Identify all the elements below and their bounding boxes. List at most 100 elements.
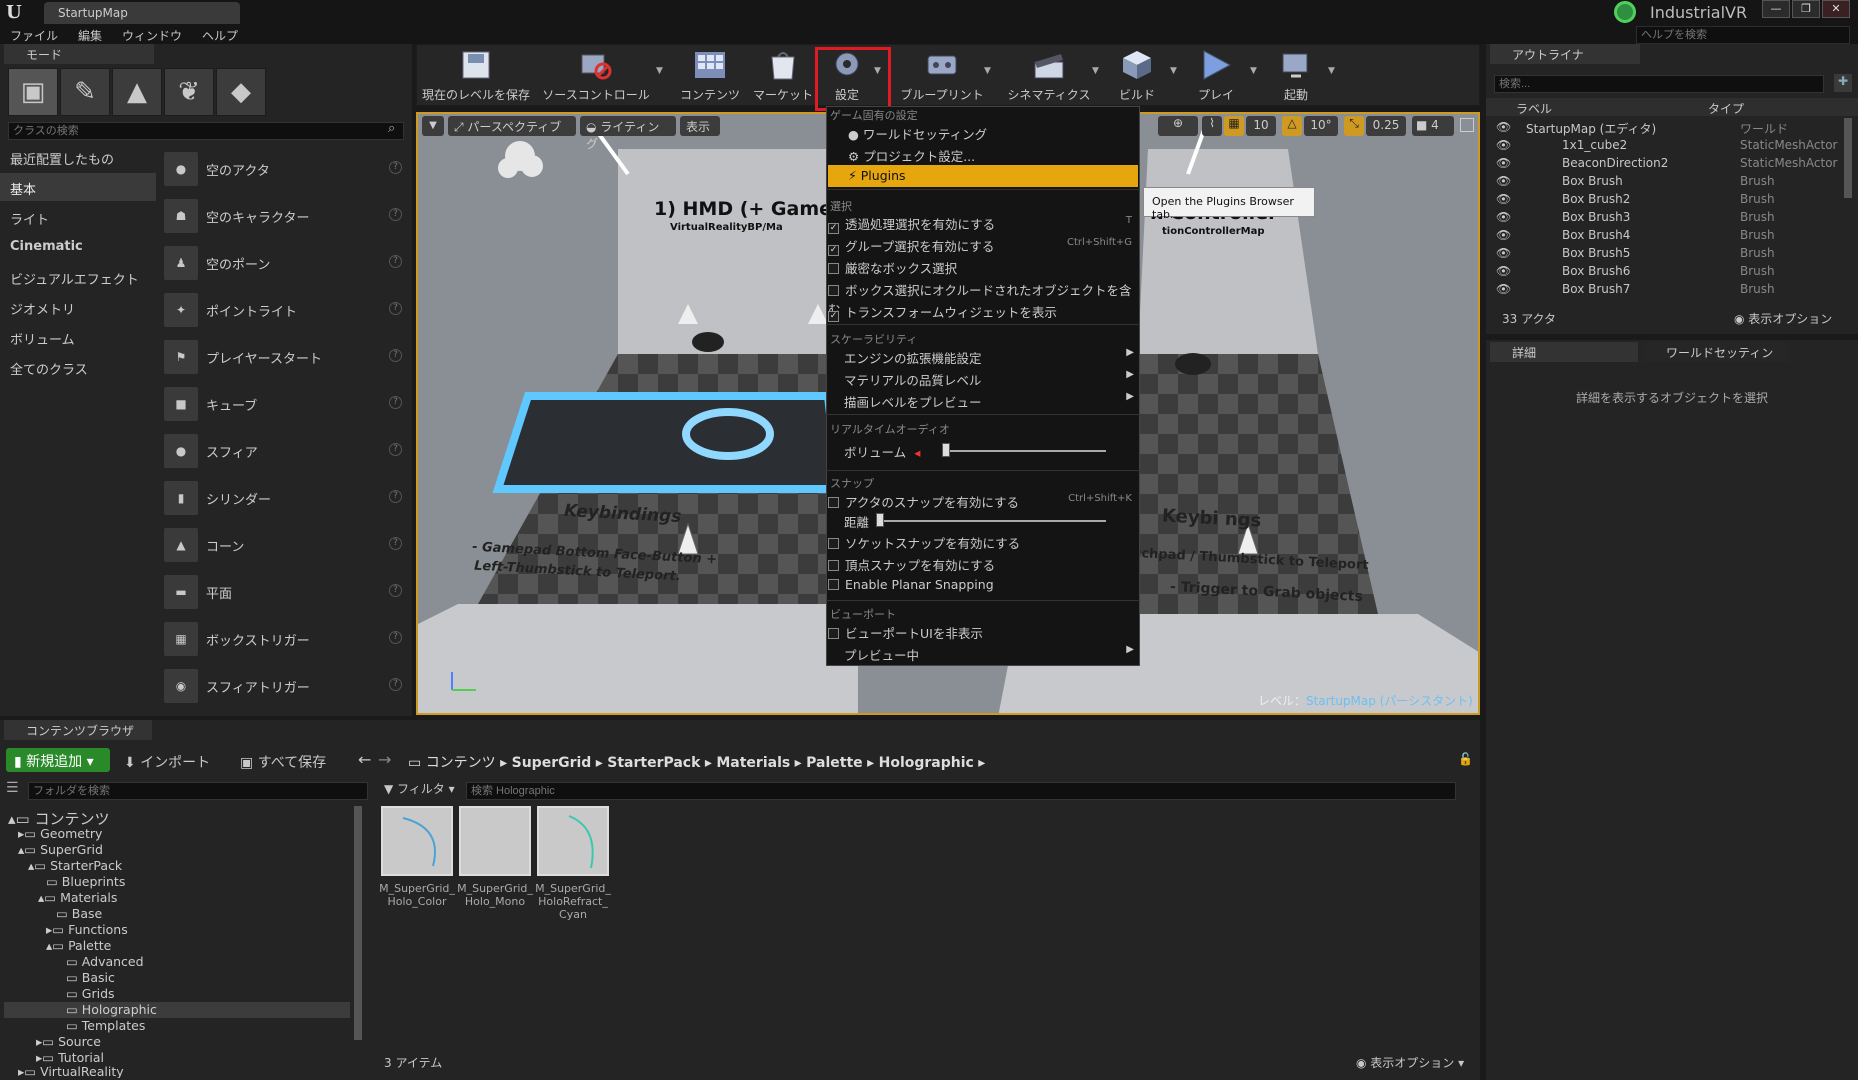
help-icon[interactable]: ? bbox=[389, 208, 402, 221]
tree-item-selected[interactable]: ▭ Holographic bbox=[4, 1002, 350, 1018]
menu-socket-snap[interactable]: ソケットスナップを有効にする bbox=[828, 530, 1138, 552]
tree-item[interactable]: ▸▭ Geometry bbox=[18, 826, 102, 842]
checkbox[interactable] bbox=[828, 285, 839, 296]
blueprints-dropdown[interactable]: ▼ bbox=[984, 66, 991, 76]
maximize-viewport-icon[interactable] bbox=[1460, 118, 1474, 132]
asset-thumbnail-holo-color[interactable] bbox=[381, 806, 453, 876]
outliner-row[interactable]: 👁 Box Brush5 Brush bbox=[1486, 246, 1844, 264]
help-search-input[interactable] bbox=[1636, 26, 1850, 44]
foliage-mode-icon[interactable]: ❦ bbox=[164, 68, 214, 116]
help-icon[interactable]: ? bbox=[389, 584, 402, 597]
world-settings-tab[interactable]: ワールドセッティン bbox=[1644, 342, 1788, 362]
visibility-eye-icon[interactable]: 👁 bbox=[1496, 228, 1511, 242]
checkbox-checked[interactable]: ✓ bbox=[828, 311, 839, 322]
volume-slider-thumb[interactable] bbox=[942, 443, 950, 457]
modes-tab[interactable]: モード bbox=[4, 44, 154, 64]
save-level-button[interactable]: 現在のレベルを保存 bbox=[420, 46, 532, 104]
category-cinematic[interactable]: Cinematic bbox=[0, 233, 156, 261]
show-button[interactable]: 表示 bbox=[680, 116, 720, 136]
geometry-mode-icon[interactable]: ◆ bbox=[216, 68, 266, 116]
outliner-row[interactable]: 👁 Box Brush6 Brush bbox=[1486, 264, 1844, 282]
unreal-logo-icon[interactable]: U bbox=[6, 2, 26, 23]
visibility-eye-icon[interactable]: 👁 bbox=[1496, 246, 1511, 260]
checkbox[interactable] bbox=[828, 263, 839, 274]
help-icon[interactable]: ? bbox=[389, 302, 402, 315]
menu-plugins[interactable]: ⚡ Plugins bbox=[828, 165, 1138, 187]
menu-engine-scalability[interactable]: エンジンの拡張機能設定 ▶ bbox=[828, 345, 1138, 367]
launch-button[interactable]: 起動 bbox=[1266, 46, 1326, 104]
launch-dropdown[interactable]: ▼ bbox=[1328, 66, 1335, 76]
category-visual-effects[interactable]: ビジュアルエフェクト bbox=[0, 263, 156, 291]
visibility-eye-icon[interactable]: 👁 bbox=[1496, 174, 1511, 188]
source-control-dropdown[interactable]: ▼ bbox=[656, 66, 663, 76]
import-button[interactable]: ⬇ インポート bbox=[124, 752, 210, 772]
category-geometry[interactable]: ジオメトリ bbox=[0, 293, 156, 321]
outliner-row[interactable]: 👁 Box Brush2 Brush bbox=[1486, 192, 1844, 210]
menu-hide-viewport-ui[interactable]: ビューポートUIを非表示 bbox=[828, 620, 1138, 642]
build-dropdown[interactable]: ▼ bbox=[1170, 66, 1177, 76]
outliner-tab[interactable]: アウトライナ bbox=[1490, 44, 1640, 64]
place-item-empty-character[interactable]: ☗ 空のキャラクター? bbox=[162, 193, 402, 239]
column-label[interactable]: ラベル bbox=[1516, 100, 1552, 117]
visibility-eye-icon[interactable]: 👁 bbox=[1496, 120, 1511, 134]
blueprints-button[interactable]: ブループリント bbox=[890, 46, 994, 104]
minimize-button[interactable]: — bbox=[1762, 0, 1790, 18]
tree-item[interactable]: ▭ Blueprints bbox=[46, 874, 125, 890]
menu-vertex-snap[interactable]: 頂点スナップを有効にする bbox=[828, 552, 1138, 574]
outliner-row[interactable]: 👁 1x1_cube2 StaticMeshActor bbox=[1486, 138, 1844, 156]
visibility-eye-icon[interactable]: 👁 bbox=[1496, 210, 1511, 224]
menu-material-quality[interactable]: マテリアルの品質レベル ▶ bbox=[828, 367, 1138, 389]
visibility-eye-icon[interactable]: 👁 bbox=[1496, 264, 1511, 278]
menu-edit[interactable]: 編集 bbox=[78, 27, 102, 44]
place-item-cube[interactable]: ■ キューブ? bbox=[162, 381, 402, 427]
menu-previewing[interactable]: プレビュー中 ▶ bbox=[828, 642, 1138, 664]
volume-slider[interactable] bbox=[946, 450, 1106, 452]
place-item-player-start[interactable]: ⚑ プレイヤースタート? bbox=[162, 334, 402, 380]
column-type[interactable]: タイプ bbox=[1708, 100, 1744, 117]
place-item-cone[interactable]: ▲ コーン? bbox=[162, 522, 402, 568]
help-icon[interactable]: ? bbox=[389, 161, 402, 174]
place-item-box-trigger[interactable]: ▦ ボックストリガー? bbox=[162, 616, 402, 662]
tree-item[interactable]: ▴▭ Palette bbox=[46, 938, 111, 954]
lighting-button[interactable]: ◒ ライティング bbox=[580, 116, 676, 151]
checkbox[interactable] bbox=[828, 560, 839, 571]
level-tab[interactable]: StartupMap bbox=[44, 2, 240, 24]
tree-item[interactable]: ▭ Templates bbox=[66, 1018, 145, 1034]
menu-actor-snap[interactable]: アクタのスナップを有効にする Ctrl+Shift+K bbox=[828, 489, 1138, 511]
landscape-mode-icon[interactable]: ▲ bbox=[112, 68, 162, 116]
tree-item[interactable]: ▴▭ SuperGrid bbox=[18, 842, 103, 858]
outliner-row[interactable]: 👁 Box Brush7 Brush bbox=[1486, 282, 1844, 300]
outliner-scrollbar[interactable] bbox=[1844, 118, 1852, 198]
tree-item[interactable]: ▭ Advanced bbox=[66, 954, 144, 970]
help-icon[interactable]: ? bbox=[389, 537, 402, 550]
menu-window[interactable]: ウィンドウ bbox=[122, 27, 182, 44]
checkbox[interactable] bbox=[828, 579, 839, 590]
perspective-button[interactable]: ⤢ パースペクティブ bbox=[448, 116, 576, 136]
play-button[interactable]: プレイ bbox=[1186, 46, 1246, 104]
add-folder-icon[interactable]: ✚ bbox=[1834, 74, 1852, 92]
asset-search-input[interactable] bbox=[466, 782, 1456, 800]
close-button[interactable]: ✕ bbox=[1822, 0, 1850, 18]
outliner-row[interactable]: 👁 Box Brush4 Brush bbox=[1486, 228, 1844, 246]
menu-planar-snapping[interactable]: Enable Planar Snapping bbox=[828, 574, 1138, 596]
asset-thumbnail-holo-mono[interactable] bbox=[459, 806, 531, 876]
tree-item[interactable]: ▴▭ Materials bbox=[38, 890, 117, 906]
snap-distance-slider-thumb[interactable] bbox=[876, 513, 884, 527]
tree-scrollbar[interactable] bbox=[354, 806, 362, 1040]
place-item-empty-pawn[interactable]: ♟ 空のポーン? bbox=[162, 240, 402, 286]
help-icon[interactable]: ? bbox=[389, 678, 402, 691]
paint-mode-icon[interactable]: ✎ bbox=[60, 68, 110, 116]
tree-item[interactable]: ▸▭ Functions bbox=[46, 922, 128, 938]
category-all-classes[interactable]: 全てのクラス bbox=[0, 353, 156, 381]
outliner-row[interactable]: 👁 Box Brush Brush bbox=[1486, 174, 1844, 192]
menu-help[interactable]: ヘルプ bbox=[202, 27, 238, 44]
category-recent[interactable]: 最近配置したもの bbox=[0, 143, 156, 171]
menu-group-selection[interactable]: ✓ グループ選択を有効にする Ctrl+Shift+G bbox=[828, 233, 1138, 256]
tree-item[interactable]: ▴▭ StarterPack bbox=[28, 858, 122, 874]
asset-thumbnail-holo-refract-cyan[interactable] bbox=[537, 806, 609, 876]
grid-snap-value[interactable]: 10 bbox=[1246, 116, 1276, 136]
menu-box-select-occluded[interactable]: ボックス選択にオクルードされたオブジェクトを含む bbox=[828, 277, 1138, 317]
camera-speed-button[interactable]: ■ 4 bbox=[1412, 116, 1454, 136]
outliner-search-input[interactable] bbox=[1494, 75, 1824, 93]
visibility-eye-icon[interactable]: 👁 bbox=[1496, 138, 1511, 152]
